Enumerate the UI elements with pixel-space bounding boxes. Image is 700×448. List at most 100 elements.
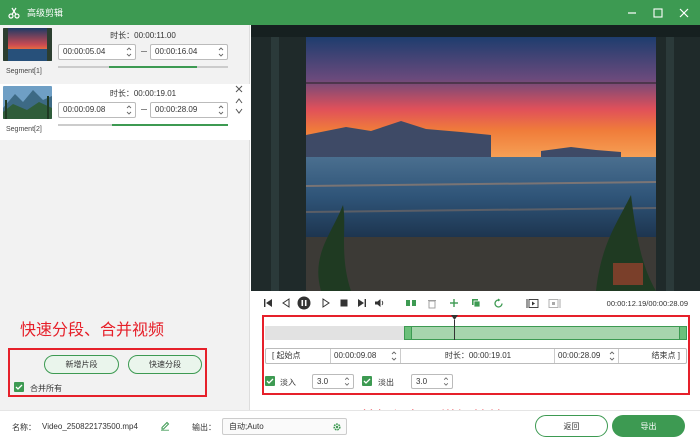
name-label: 名称： [12, 423, 36, 432]
scissors-logo-icon [7, 6, 21, 20]
check-icon [266, 378, 274, 384]
copy-icon[interactable] [469, 296, 483, 310]
spinner-icon[interactable] [442, 376, 450, 387]
segment-duration: 时长：00:00:19.01 [109, 89, 177, 98]
prev-frame-icon[interactable] [279, 296, 293, 310]
spinner-icon[interactable] [217, 46, 225, 58]
segment-end-time[interactable]: 00:00:16.04 [150, 44, 228, 60]
timeline-end-handle[interactable] [679, 326, 687, 340]
spinner-icon[interactable] [125, 104, 133, 116]
move-up-icon[interactable] [235, 98, 243, 104]
player-controls: 00:00:12.19/00:00:28.09 [251, 291, 700, 315]
fade-in-label: 淡入 [280, 378, 296, 387]
segment-start-value: 00:00:05.04 [63, 47, 106, 56]
video-frame [251, 25, 700, 291]
next-frame-icon[interactable] [319, 296, 333, 310]
segment-item[interactable]: Segment[2] 时长：00:00:19.01 00:00:09.08 00… [0, 84, 250, 140]
range-separator [141, 51, 147, 52]
segment-label: Segment[1] [6, 68, 42, 75]
output-filename: Video_250822173500.mp4 [42, 422, 138, 431]
fade-out-value: 3.0 [416, 377, 428, 386]
title-bar: 高级剪辑 [0, 0, 700, 25]
fade-in-checkbox[interactable] [265, 376, 275, 386]
spinner-icon[interactable] [390, 350, 398, 362]
skip-start-icon[interactable] [261, 296, 275, 310]
set-end-button[interactable]: 结束点 ] [626, 349, 684, 363]
pause-icon[interactable] [297, 296, 311, 310]
set-start-button[interactable]: [ 起始点 [272, 349, 328, 363]
output-format-value: 自动;Auto [229, 422, 264, 431]
maximize-icon[interactable] [652, 7, 664, 19]
trim-duration: 时长：00:00:19.01 [444, 351, 512, 360]
spinner-icon[interactable] [125, 46, 133, 58]
output-label: 输出： [192, 423, 216, 432]
video-preview [251, 25, 700, 291]
volume-icon[interactable] [372, 296, 386, 310]
timeline-selection[interactable] [404, 326, 687, 340]
trim-end-value[interactable]: 00:00:28.09 [558, 349, 614, 363]
window-title: 高级剪辑 [27, 8, 64, 18]
minimize-icon[interactable] [626, 7, 638, 19]
segment-start-time[interactable]: 00:00:09.08 [58, 102, 136, 118]
segment-end-value: 00:00:16.04 [155, 47, 198, 56]
segment-start-time[interactable]: 00:00:05.04 [58, 44, 136, 60]
segment-range-bar [58, 124, 228, 126]
divider [554, 349, 555, 363]
edit-name-icon[interactable] [160, 421, 170, 431]
check-icon [363, 378, 371, 384]
back-button[interactable]: 返回 [535, 415, 608, 437]
divider [618, 349, 619, 363]
gear-icon[interactable] [332, 422, 342, 432]
spinner-icon[interactable] [343, 376, 351, 387]
merge-all-checkbox[interactable] [14, 382, 24, 392]
segment-end-value: 00:00:28.09 [155, 105, 198, 114]
segment-item[interactable]: Segment[1] 时长：00:00:11.00 00:00:05.04 00… [0, 26, 250, 82]
add-segment-button[interactable]: 新增片段 [44, 355, 119, 374]
timeline-track[interactable] [265, 326, 687, 340]
segment-range-bar [58, 66, 228, 68]
split-icon[interactable] [404, 296, 418, 310]
skip-end-icon[interactable] [355, 296, 369, 310]
fade-out-label: 淡出 [378, 378, 394, 387]
range-separator [141, 109, 147, 110]
reset-icon[interactable] [491, 296, 505, 310]
timeline-start-handle[interactable] [404, 326, 413, 340]
segment-label: Segment[2] [6, 126, 42, 133]
merge-all-label: 合并所有 [30, 384, 62, 393]
fade-in-value: 3.0 [317, 377, 329, 386]
segment-panel: Segment[1] 时长：00:00:11.00 00:00:05.04 00… [0, 25, 250, 410]
quick-split-button[interactable]: 快速分段 [128, 355, 202, 374]
close-icon[interactable] [678, 7, 690, 19]
playhead-marker-icon [450, 315, 458, 320]
mark-in-icon[interactable] [525, 296, 539, 310]
stop-icon[interactable] [337, 296, 351, 310]
mark-out-icon[interactable] [547, 296, 561, 310]
segment-end-time[interactable]: 00:00:28.09 [150, 102, 228, 118]
segment-duration: 时长：00:00:11.00 [110, 31, 176, 40]
spinner-icon[interactable] [608, 350, 616, 362]
spinner-icon[interactable] [217, 104, 225, 116]
playback-time: 00:00:12.19/00:00:28.09 [606, 299, 688, 308]
bottom-bar: 名称： Video_250822173500.mp4 输出： 自动;Auto 返… [0, 410, 700, 448]
fade-in-input[interactable]: 3.0 [312, 374, 354, 389]
divider [400, 349, 401, 363]
trim-panel: [ 起始点 00:00:09.08 时长：00:00:19.01 00:00:2… [262, 315, 690, 395]
trim-start-value[interactable]: 00:00:09.08 [334, 349, 394, 363]
add-icon[interactable] [447, 296, 461, 310]
export-button[interactable]: 导出 [612, 415, 685, 437]
segment-thumbnail [3, 28, 52, 61]
check-icon [15, 384, 23, 390]
segment-start-value: 00:00:09.08 [63, 105, 106, 114]
timeline-playhead[interactable] [450, 315, 458, 340]
fade-out-input[interactable]: 3.0 [411, 374, 453, 389]
divider [330, 349, 331, 363]
annotation-split-merge: 快速分段、合并视频 [20, 322, 165, 339]
fade-out-checkbox[interactable] [362, 376, 372, 386]
delete-icon[interactable] [425, 296, 439, 310]
remove-segment-icon[interactable] [235, 85, 243, 93]
trim-row: [ 起始点 00:00:09.08 时长：00:00:19.01 00:00:2… [265, 348, 687, 364]
output-format-select[interactable]: 自动;Auto [222, 418, 347, 435]
segment-range-fill [112, 124, 228, 126]
move-down-icon[interactable] [235, 108, 243, 114]
segment-thumbnail [3, 86, 52, 119]
